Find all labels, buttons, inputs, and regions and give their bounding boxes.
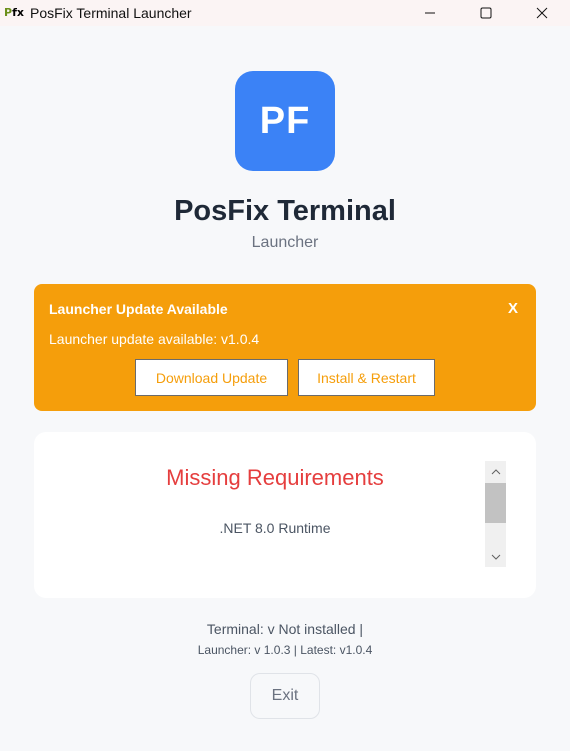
window-title: PosFix Terminal Launcher: [30, 5, 192, 21]
update-close-button[interactable]: X: [508, 300, 518, 317]
app-title: PosFix Terminal: [174, 195, 396, 227]
update-title: Launcher Update Available: [49, 301, 228, 317]
chevron-down-icon: [491, 554, 500, 560]
title-bar: Pfx PosFix Terminal Launcher: [0, 0, 570, 26]
install-restart-button[interactable]: Install & Restart: [298, 359, 435, 396]
app-icon: Pfx: [4, 6, 24, 19]
window-controls: [402, 0, 570, 26]
update-message: Launcher update available: v1.0.4: [49, 331, 260, 347]
maximize-button[interactable]: [458, 0, 514, 26]
update-banner: Launcher Update Available X Launcher upd…: [34, 284, 536, 411]
app-subtitle: Launcher: [251, 234, 319, 251]
minimize-button[interactable]: [402, 0, 458, 26]
exit-button[interactable]: Exit: [250, 673, 320, 719]
close-button[interactable]: [514, 0, 570, 26]
close-icon: [536, 7, 548, 19]
scroll-up-button[interactable]: [485, 461, 506, 482]
launcher-version: Launcher: v 1.0.3 | Latest: v1.0.4: [197, 643, 373, 657]
scroll-thumb[interactable]: [485, 483, 506, 523]
scroll-down-button[interactable]: [485, 546, 506, 567]
minimize-icon: [425, 12, 435, 14]
requirements-panel: Missing Requirements .NET 8.0 Runtime: [34, 432, 536, 598]
app-logo: PF: [235, 71, 335, 171]
requirements-title: Missing Requirements: [166, 465, 384, 490]
maximize-icon: [480, 7, 492, 19]
requirement-item: .NET 8.0 Runtime: [219, 520, 331, 536]
requirements-scrollbar[interactable]: [485, 461, 506, 567]
terminal-version: Terminal: v Not installed |: [206, 621, 364, 637]
download-update-button[interactable]: Download Update: [135, 359, 288, 396]
chevron-up-icon: [491, 468, 500, 474]
